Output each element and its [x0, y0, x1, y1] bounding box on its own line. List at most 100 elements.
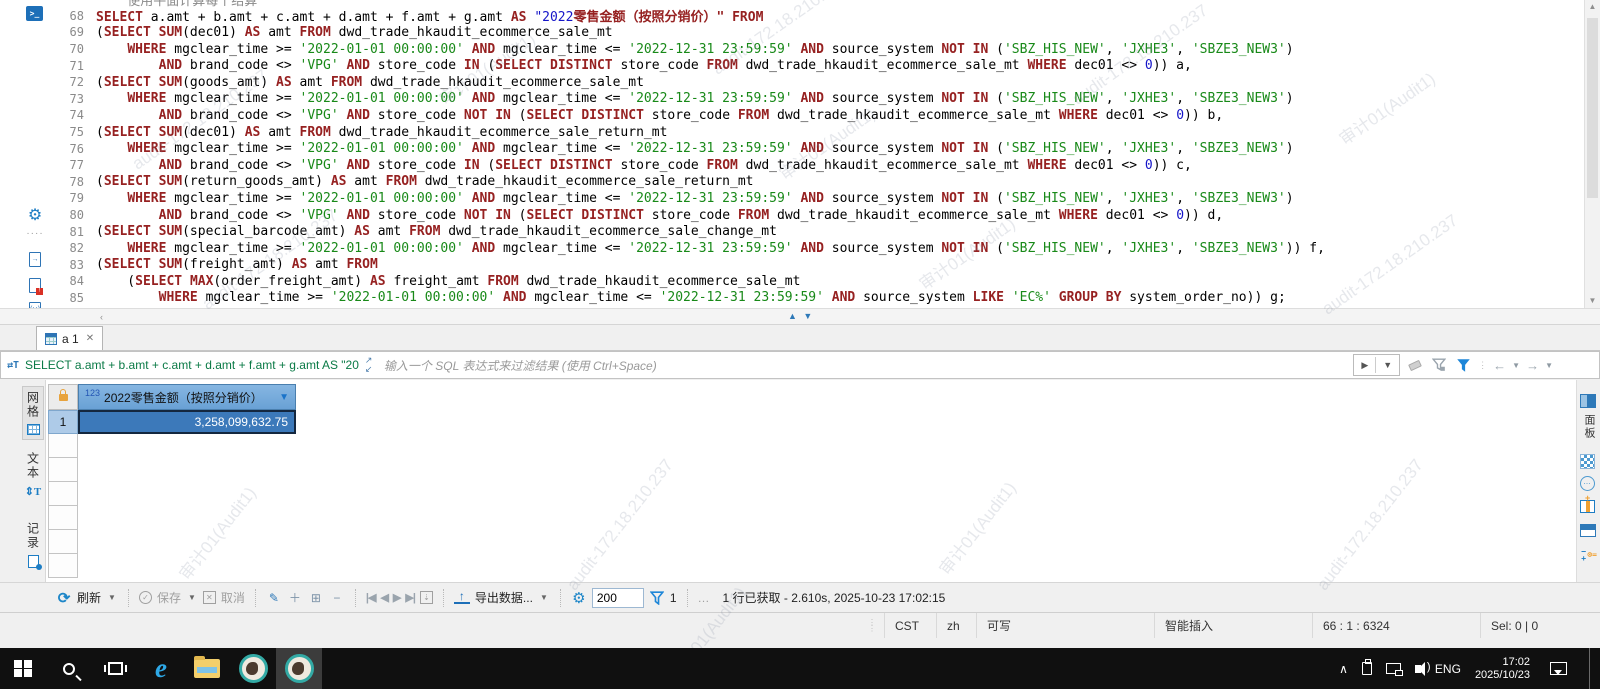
sash-collapse-icons[interactable]: ▲ ▼	[788, 311, 814, 321]
forward-dropdown-icon[interactable]: ▼	[1545, 361, 1553, 370]
last-row-icon[interactable]: ▶|	[405, 591, 415, 604]
numeric-type-icon: 123	[85, 388, 100, 398]
editor-vscrollbar[interactable]: ▲ ▼	[1584, 0, 1600, 308]
code-line: 70 WHERE mgclear_time >= '2022-01-01 00:…	[50, 41, 1584, 58]
panel-settings-icon[interactable]	[1580, 394, 1596, 408]
first-row-icon[interactable]: |◀	[366, 591, 376, 604]
back-dropdown-icon[interactable]: ▼	[1512, 361, 1520, 370]
metadata-panel-icon[interactable]	[1580, 524, 1596, 537]
volume-icon[interactable]	[1415, 665, 1421, 673]
tray-expand-icon[interactable]: ∧	[1339, 662, 1348, 676]
presentation-tabs: 网格 文本 ⇕T 记录	[0, 380, 46, 582]
chevron-down-icon[interactable]: ▼	[1376, 360, 1399, 370]
save-filter-icon[interactable]	[1430, 358, 1448, 372]
results-toolbar: ⟳ 刷新 ▼ ✓ 保存 ▼ ✕ 取消 ✎ ＋ ⊞ − |◀ ◀ ▶ ▶| ⇣ ↑…	[0, 582, 1600, 612]
scroll-up-icon[interactable]: ▲	[1585, 0, 1600, 14]
cancel-button[interactable]: 取消	[221, 589, 245, 606]
export-dropdown-icon[interactable]: ▼	[540, 593, 548, 602]
tab-text[interactable]: 文本 ⇕T	[22, 452, 44, 498]
grid-row-stub[interactable]	[48, 554, 78, 578]
dbeaver-taskbar-button-active[interactable]	[276, 648, 322, 689]
apply-filter-button[interactable]: ▶ ▼	[1353, 354, 1400, 376]
dbeaver-taskbar-button[interactable]	[230, 648, 276, 689]
task-view-button[interactable]	[92, 648, 138, 689]
aggregate-icon[interactable]: −+⊗=	[1580, 546, 1597, 563]
grid-row-stub[interactable]	[48, 434, 78, 458]
filter-bar: ⇄T SELECT a.amt + b.amt + c.amt + d.amt …	[0, 351, 1600, 379]
close-icon[interactable]: ✕	[86, 333, 94, 344]
network-icon[interactable]	[1386, 663, 1401, 674]
code-line: 81(SELECT SUM(special_barcode_amt) AS am…	[50, 223, 1584, 240]
prev-row-icon[interactable]: ◀	[380, 591, 387, 604]
duplicate-row-icon[interactable]: ⊞	[308, 591, 324, 605]
next-row-icon[interactable]: ▶	[393, 591, 400, 604]
grid-row-stub[interactable]	[48, 506, 78, 530]
results-tab[interactable]: a 1 ✕	[36, 326, 103, 350]
filter-count-icon[interactable]	[649, 591, 665, 605]
save-dropdown-icon[interactable]: ▼	[188, 593, 196, 602]
line-number: 80	[50, 208, 96, 222]
show-desktop-button[interactable]	[1589, 648, 1590, 689]
refresh-icon[interactable]: ⟳	[56, 589, 72, 607]
search-button[interactable]	[46, 648, 92, 689]
fetch-page-icon[interactable]: ⇣	[420, 591, 433, 604]
gear-icon[interactable]: ⚙	[26, 206, 44, 224]
export-button[interactable]: 导出数据...	[475, 589, 533, 606]
toolbar-overflow[interactable]: …	[698, 591, 710, 605]
sql-console-icon[interactable]: >_	[26, 6, 43, 21]
grid-row-stub[interactable]	[48, 482, 78, 506]
execute-script-icon[interactable]: →	[26, 250, 44, 268]
tab-grid[interactable]: 网格	[22, 386, 44, 440]
line-number: 79	[50, 191, 96, 205]
refresh-dropdown-icon[interactable]: ▼	[108, 593, 116, 602]
scroll-left-icon[interactable]: ‹	[100, 310, 103, 325]
line-number: 74	[50, 108, 96, 122]
text-icon: ⇕T	[25, 485, 42, 498]
history-forward-icon[interactable]: →	[1526, 358, 1539, 373]
play-icon[interactable]: ▶	[1354, 360, 1375, 371]
tab-record[interactable]: 记录	[22, 522, 44, 568]
fetch-size-input[interactable]	[592, 588, 644, 608]
sql-filter-icon: ⇄T	[7, 360, 19, 371]
grid-row-stub[interactable]	[48, 458, 78, 482]
code-lines[interactable]: 使用平面计算每个结算68SELECT a.amt + b.amt + c.amt…	[50, 0, 1584, 308]
history-back-icon[interactable]: ←	[1493, 358, 1506, 373]
scroll-down-icon[interactable]: ▼	[1585, 294, 1600, 308]
line-number: 83	[50, 258, 96, 272]
filter-input[interactable]: 输入一个 SQL 表达式来过滤结果 (使用 Ctrl+Space)	[384, 357, 1347, 374]
vscroll-thumb[interactable]	[1587, 18, 1598, 198]
calc-column-icon[interactable]	[1580, 500, 1595, 513]
input-language-indicator[interactable]: ENG	[1435, 662, 1461, 676]
delete-row-icon[interactable]: −	[329, 591, 345, 605]
grid-corner-cell[interactable]	[48, 384, 78, 410]
column-dropdown-icon[interactable]: ▼	[279, 392, 289, 403]
taskbar-clock[interactable]: 17:02 2025/10/23	[1475, 656, 1530, 682]
internet-explorer-button[interactable]: e	[138, 648, 184, 689]
value-viewer-icon[interactable]	[1580, 454, 1595, 469]
overflow-dots-icon[interactable]: ····	[26, 224, 44, 242]
clear-filter-icon[interactable]	[1406, 362, 1424, 369]
grid-cell-selected[interactable]: 3,258,099,632.75	[78, 410, 296, 434]
usb-icon[interactable]	[1362, 662, 1372, 675]
code-text: (SELECT SUM(dec01) AS amt FROM dwd_trade…	[96, 25, 613, 40]
file-explorer-button[interactable]	[184, 648, 230, 689]
notification-center-icon[interactable]	[1550, 662, 1567, 675]
caret-position-indicator[interactable]: 66 : 1 : 6324	[1312, 613, 1480, 638]
add-row-icon[interactable]: ＋	[287, 589, 303, 606]
row-header[interactable]: 1	[48, 410, 78, 434]
grouping-icon[interactable]: ⋯	[1580, 476, 1595, 491]
fetch-settings-gear-icon[interactable]: ⚙	[571, 589, 587, 607]
script-log-icon[interactable]: (ω)	[26, 300, 44, 308]
save-button[interactable]: 保存	[157, 589, 181, 606]
code-line: 82 WHERE mgclear_time >= '2022-01-01 00:…	[50, 240, 1584, 257]
editor-hscrollbar[interactable]: ‹ ▲ ▼	[0, 308, 1600, 325]
expand-icon[interactable]: ↗↙	[365, 356, 378, 374]
column-header[interactable]: 123 2022零售金额（按照分销价） ▼	[78, 384, 296, 410]
script-error-icon[interactable]: !	[26, 276, 44, 294]
filter-settings-icon[interactable]	[1454, 358, 1472, 373]
grid-row-stub[interactable]	[48, 530, 78, 554]
refresh-button[interactable]: 刷新	[77, 589, 101, 606]
edit-row-icon[interactable]: ✎	[266, 591, 282, 605]
sql-editor[interactable]: >_ ⚙ ···· → ! (ω) 使用平面计算每个结算68SELECT a.a…	[0, 0, 1600, 308]
start-button[interactable]	[0, 648, 46, 689]
